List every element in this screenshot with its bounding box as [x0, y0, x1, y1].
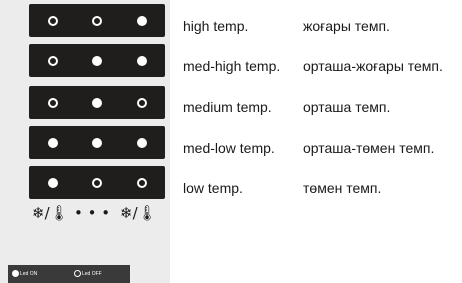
label-med-low-kk: орташа-төмен темп.	[303, 140, 435, 156]
led-off-icon	[74, 270, 81, 278]
led-dot	[48, 177, 58, 188]
led-dot	[92, 55, 102, 66]
led-dot	[92, 15, 102, 26]
led-dot	[137, 137, 147, 148]
dots-indicator: • • •	[74, 204, 111, 222]
led-bar-med-low	[29, 126, 165, 159]
legend-off: Led OFF	[74, 270, 102, 278]
led-dot	[137, 15, 147, 26]
snowflake-thermometer-icon: ❄/🌡	[32, 204, 69, 222]
mode-symbols: ❄/🌡 • • • ❄/🌡	[32, 204, 166, 224]
label-med-high-kk: орташа-жоғары темп.	[303, 58, 443, 74]
label-med-low-en: med-low temp.	[183, 140, 275, 156]
led-bar-high	[29, 4, 165, 37]
label-medium-kk: орташа темп.	[303, 99, 391, 115]
led-on-icon	[12, 270, 19, 278]
label-low-en: low temp.	[183, 180, 243, 196]
label-low-kk: төмен темп.	[303, 180, 382, 196]
led-bar-medium	[29, 86, 165, 119]
legend-on: Led ON	[12, 270, 37, 278]
led-dot	[137, 177, 147, 188]
led-dot	[92, 177, 102, 188]
label-medium-en: medium temp.	[183, 99, 272, 115]
led-dot	[92, 97, 102, 108]
label-med-high-en: med-high temp.	[183, 58, 281, 74]
snowflake-thermometer-icon: ❄/🌡	[120, 204, 157, 222]
led-dot	[92, 137, 102, 148]
led-legend: Led ON Led OFF	[8, 265, 130, 283]
led-dot	[48, 55, 58, 66]
led-bar-med-high	[29, 44, 165, 77]
label-high-kk: жоғары темп.	[303, 18, 390, 34]
label-high-en: high temp.	[183, 18, 249, 34]
led-dot	[137, 55, 147, 66]
led-dot	[48, 97, 58, 108]
led-dot	[48, 15, 58, 26]
legend-on-label: Led ON	[20, 271, 38, 277]
led-dot	[137, 97, 147, 108]
led-bar-low	[29, 166, 165, 199]
legend-off-label: Led OFF	[82, 271, 102, 277]
led-dot	[48, 137, 58, 148]
